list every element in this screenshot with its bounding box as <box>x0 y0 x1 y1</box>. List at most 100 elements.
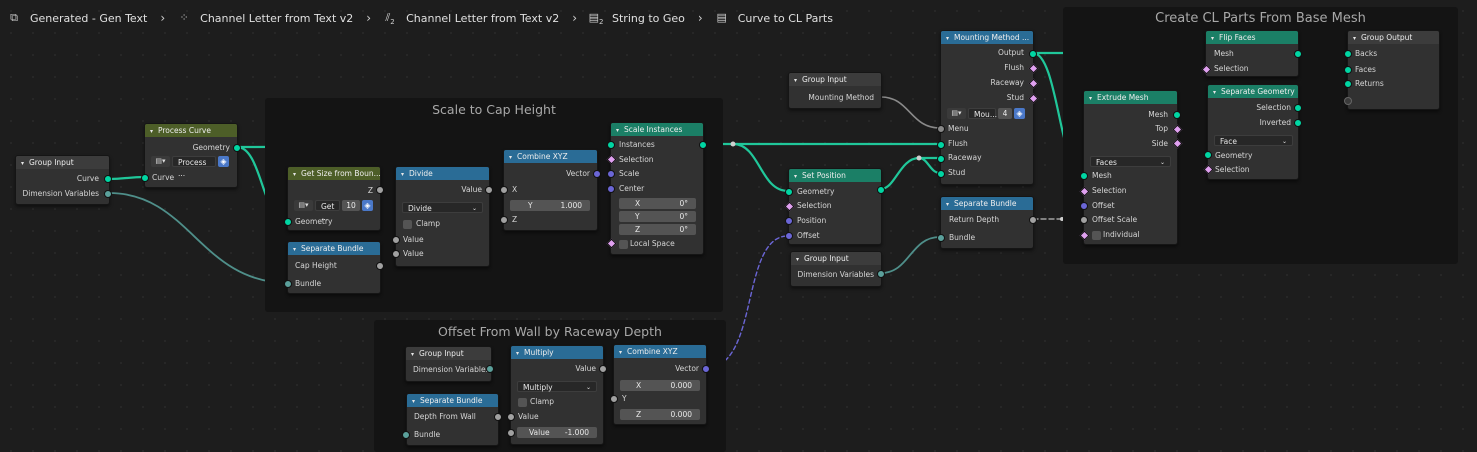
socket-output[interactable] <box>877 270 885 278</box>
chevron-down-icon[interactable]: ▾ <box>150 125 158 137</box>
node-group-output[interactable]: ▾ Group Output Backs Faces Returns <box>1344 30 1440 110</box>
breadcrumb-item-1[interactable]: ⧉ Generated - Gen Text <box>6 11 147 25</box>
chevron-down-icon[interactable]: ▾ <box>1211 32 1219 44</box>
socket-input[interactable] <box>937 170 945 178</box>
socket-input[interactable] <box>500 186 508 194</box>
node-mounting-method-switch[interactable]: ▾ Mounting Method ... Output Flush Racewa… <box>940 30 1034 185</box>
local-space-checkbox[interactable] <box>619 240 628 249</box>
chevron-down-icon[interactable]: ▾ <box>794 170 802 182</box>
socket-output[interactable] <box>702 365 710 373</box>
socket-output[interactable] <box>1294 119 1302 127</box>
socket-input[interactable] <box>1204 151 1212 159</box>
socket-output[interactable] <box>1173 111 1181 119</box>
socket-output[interactable] <box>376 262 384 270</box>
individual-checkbox[interactable] <box>1092 231 1101 240</box>
clamp-checkbox[interactable] <box>403 220 412 229</box>
node-separate-bundle[interactable]: ▾ Separate Bundle Depth From Wall Bundle <box>406 393 499 446</box>
node-process-curve[interactable]: ▾ Process Curve Geometry ▤▾ Process ... ◈… <box>144 123 238 188</box>
chevron-down-icon[interactable]: ▾ <box>293 168 301 180</box>
chevron-down-icon[interactable]: ▾ <box>516 347 524 359</box>
socket-input[interactable] <box>500 216 508 224</box>
node-group-input[interactable]: ▾ Group Input Curve Dimension Variables <box>15 155 110 205</box>
socket-input[interactable] <box>937 234 945 242</box>
socket-output[interactable] <box>486 365 494 373</box>
chevron-down-icon[interactable]: ▾ <box>1089 92 1097 104</box>
node-group-icon[interactable]: ▤▾ <box>151 156 170 167</box>
socket-input[interactable] <box>937 155 945 163</box>
socket-input[interactable] <box>785 232 793 240</box>
domain-select[interactable]: Face ⌄ <box>1214 135 1293 146</box>
socket-input[interactable] <box>607 185 615 193</box>
center-y-field[interactable]: Y 0° <box>619 211 696 222</box>
socket-output[interactable] <box>485 186 493 194</box>
group-select[interactable]: Process ... <box>172 156 216 178</box>
node-flip-faces[interactable]: ▾ Flip Faces Mesh Selection <box>1205 30 1299 77</box>
chevron-down-icon[interactable]: ▾ <box>411 348 419 360</box>
center-x-field[interactable]: X 0° <box>619 198 696 209</box>
socket-output[interactable] <box>599 365 607 373</box>
value-field[interactable]: Value -1.000 <box>517 427 597 438</box>
breadcrumb-item-2[interactable]: ⁘ Channel Letter from Text v2 <box>176 11 354 25</box>
socket-input[interactable] <box>1344 66 1352 74</box>
socket-input[interactable] <box>607 170 615 178</box>
socket-input[interactable] <box>785 188 793 196</box>
node-group-input[interactable]: ▾ Group Input Dimension Variables <box>790 251 882 287</box>
breadcrumb-item-4[interactable]: ▤2 String to Geo <box>588 11 685 26</box>
chevron-down-icon[interactable]: ▾ <box>796 253 804 265</box>
socket-input[interactable] <box>1080 202 1088 210</box>
node-extrude-mesh[interactable]: ▾ Extrude Mesh Mesh Top Side Faces ⌄ Mesh … <box>1083 90 1178 245</box>
socket-output[interactable] <box>1294 104 1302 112</box>
socket-input[interactable] <box>1080 216 1088 224</box>
chevron-down-icon[interactable]: ▾ <box>509 151 517 163</box>
socket-output[interactable] <box>233 144 241 152</box>
shield-icon[interactable]: ◈ <box>218 156 229 167</box>
y-field[interactable]: Y 1.000 <box>510 200 590 211</box>
center-z-field[interactable]: Z 0° <box>619 224 696 235</box>
node-combine-xyz[interactable]: ▾ Combine XYZ Vector X 0.000 Y Z 0.000 <box>613 344 707 425</box>
x-field[interactable]: X 0.000 <box>620 380 700 391</box>
chevron-down-icon[interactable]: ▾ <box>616 124 624 136</box>
shield-icon[interactable]: ◈ <box>362 200 373 211</box>
socket-output[interactable] <box>1029 216 1037 224</box>
node-separate-geometry[interactable]: ▾ Separate Geometry Selection Inverted Fa… <box>1207 84 1299 180</box>
chevron-down-icon[interactable]: ▾ <box>21 157 29 169</box>
shield-icon[interactable]: ◈ <box>1014 108 1025 119</box>
node-separate-bundle[interactable]: ▾ Separate Bundle Return Depth Bundle <box>940 196 1034 249</box>
node-scale-instances[interactable]: ▾ Scale Instances Instances Selection Sca… <box>610 122 704 255</box>
socket-input[interactable] <box>937 141 945 149</box>
socket-input[interactable] <box>141 174 149 182</box>
group-select[interactable]: Mou... <box>968 108 997 119</box>
node-group-input[interactable]: ▾ Group Input Mounting Method <box>788 72 882 109</box>
chevron-down-icon[interactable]: ▾ <box>1353 32 1361 44</box>
chevron-down-icon[interactable]: ▾ <box>794 74 802 86</box>
socket-output[interactable] <box>1294 50 1302 58</box>
socket-input[interactable] <box>1344 80 1352 88</box>
socket-input[interactable] <box>1080 172 1088 180</box>
chevron-down-icon[interactable]: ▾ <box>1213 86 1221 98</box>
socket-input[interactable] <box>284 218 292 226</box>
node-multiply[interactable]: ▾ Multiply Value Multiply ⌄ Clamp Value Va… <box>510 345 604 445</box>
socket-output[interactable] <box>104 175 112 183</box>
clamp-checkbox[interactable] <box>518 398 527 407</box>
socket-output[interactable] <box>376 186 384 194</box>
node-divide[interactable]: ▾ Divide Value Divide ⌄ Clamp Value Value <box>395 166 490 267</box>
socket-input[interactable] <box>1344 50 1352 58</box>
mode-select[interactable]: Faces ⌄ <box>1090 156 1171 167</box>
node-group-input[interactable]: ▾ Group Input Dimension Variables <box>405 346 492 382</box>
socket-input[interactable] <box>284 280 292 288</box>
chevron-down-icon[interactable]: ▾ <box>946 198 954 210</box>
breadcrumb-item-5[interactable]: ▤ Curve to CL Parts <box>714 11 833 25</box>
socket-input[interactable] <box>937 125 945 133</box>
socket-input[interactable] <box>785 217 793 225</box>
socket-input[interactable] <box>1344 97 1352 105</box>
chevron-down-icon[interactable]: ▾ <box>619 346 627 358</box>
node-separate-bundle[interactable]: ▾ Separate Bundle Cap Height Bundle <box>287 241 381 294</box>
socket-input[interactable] <box>507 413 515 421</box>
operation-select[interactable]: Divide ⌄ <box>402 202 483 213</box>
chevron-down-icon[interactable]: ▾ <box>401 168 409 180</box>
breadcrumb-item-3[interactable]: ⫽2 Channel Letter from Text v2 <box>382 11 559 26</box>
chevron-down-icon[interactable]: ▾ <box>293 243 301 255</box>
socket-input[interactable] <box>392 236 400 244</box>
socket-output[interactable] <box>1029 50 1037 58</box>
socket-output[interactable] <box>494 413 502 421</box>
